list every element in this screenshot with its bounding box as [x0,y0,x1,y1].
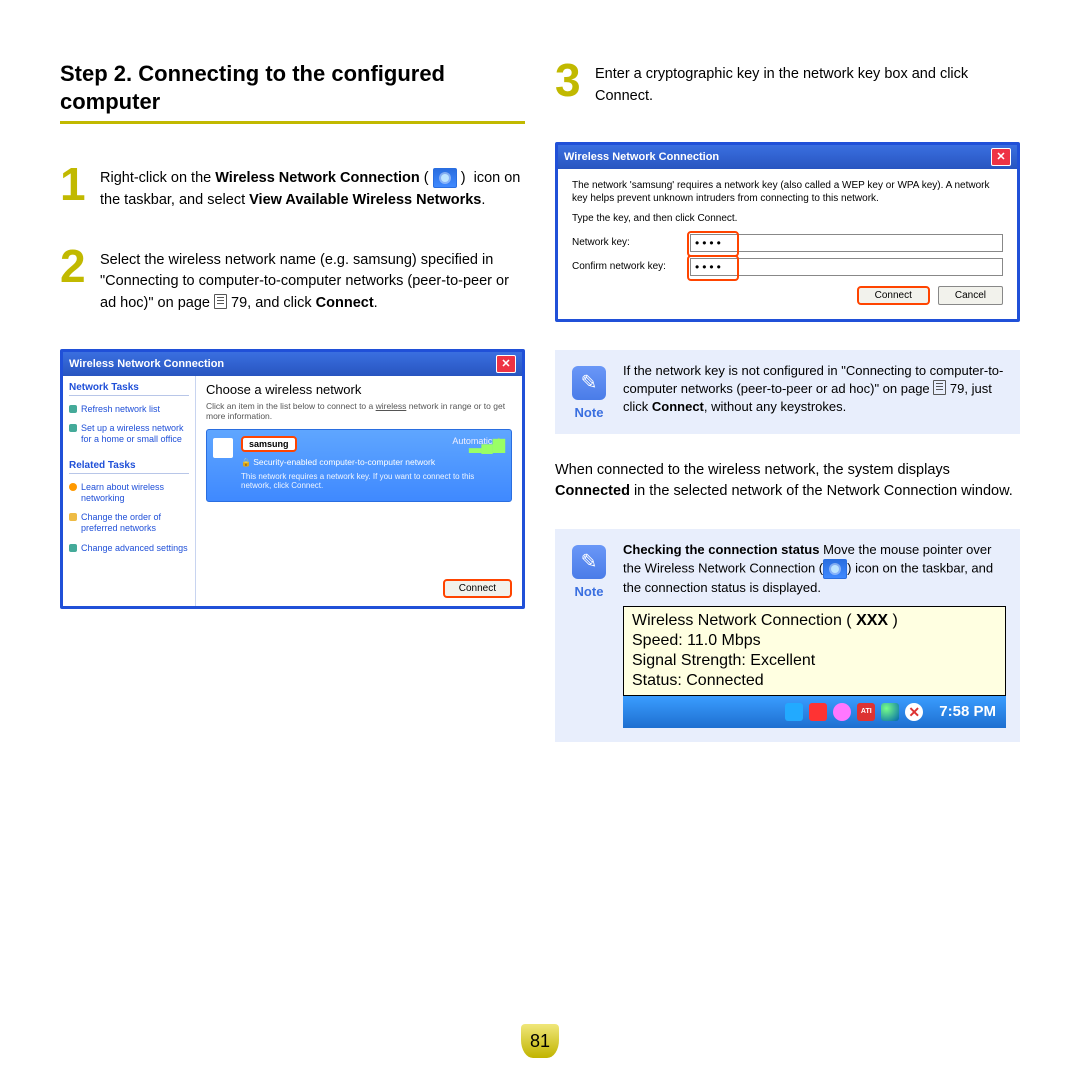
section-title: Step 2. Connecting to the configured com… [60,60,525,124]
sidebar-heading: Network Tasks [69,382,189,396]
network-desc: This network requires a network key. If … [241,472,503,491]
page-ref-icon [214,294,227,309]
sidebar-heading: Related Tasks [69,460,189,474]
window-titlebar: Wireless Network Connection ✕ [558,145,1017,169]
tooltip: Wireless Network Connection ( XXX ) Spee… [623,606,1006,696]
result-paragraph: When connected to the wireless network, … [555,460,1020,504]
wireless-icon [823,559,847,579]
step-body: Enter a cryptographic key in the network… [595,60,1020,108]
note-box: ✎ Note Checking the connection status Mo… [555,529,1020,741]
dialog-hint: Type the key, and then click Connect. [572,213,1003,224]
window-title: Wireless Network Connection [69,358,224,370]
sidebar-link-advanced[interactable]: Change advanced settings [69,539,189,558]
close-icon[interactable]: ✕ [991,148,1011,166]
bold-text: Connect [316,295,374,311]
note-text: Checking the connection status Move the … [623,541,1006,727]
tray-ati-icon[interactable] [857,703,875,721]
dialog-description: The network 'samsung' requires a network… [572,179,1003,205]
close-icon[interactable]: ✕ [496,355,516,373]
step-number: 3 [555,60,583,108]
page-ref-icon [933,380,946,395]
right-column: 3 Enter a cryptographic key in the netwo… [555,60,1020,768]
window-titlebar: Wireless Network Connection ✕ [63,352,522,376]
confirm-key-label: Confirm network key: [572,261,680,272]
note-icon: ✎ [572,545,606,579]
connection-status-preview: Wireless Network Connection ( XXX ) Spee… [623,606,1006,728]
left-column: Step 2. Connecting to the configured com… [60,60,525,768]
wireless-icon [433,168,457,188]
text: . [481,192,485,208]
page-ref: 79 [231,295,247,311]
page-number: 81 [521,1024,559,1058]
taskbar: ✕ 7:58 PM [623,696,1006,728]
tray-icon[interactable] [785,703,803,721]
sidebar-link-learn[interactable]: Learn about wireless networking [69,478,189,509]
note-label: Note [569,583,609,601]
window-title: Wireless Network Connection [564,151,719,163]
tray-icon[interactable] [833,703,851,721]
signal-icon: ▂▄▆ [469,434,505,454]
network-item-samsung[interactable]: samsung Automatic ▂▄▆ Security-enabled c… [206,429,512,502]
connect-button[interactable]: Connect [857,286,930,305]
step-body: Right-click on the Wireless Network Conn… [100,164,525,212]
note-icon: ✎ [572,366,606,400]
step-3: 3 Enter a cryptographic key in the netwo… [555,60,1020,108]
step-body: Select the wireless network name (e.g. s… [100,246,525,315]
step-2: 2 Select the wireless network name (e.g.… [60,246,525,315]
taskbar-clock: 7:58 PM [939,701,996,722]
network-security: Security-enabled computer-to-computer ne… [241,457,503,467]
network-name-highlight: samsung [241,436,297,452]
bold-text: View Available Wireless Networks [249,192,481,208]
text: , and click [247,295,316,311]
sidebar-link-refresh[interactable]: Refresh network list [69,400,189,419]
screenshot-choose-network: Wireless Network Connection ✕ Network Ta… [60,349,525,609]
note-label: Note [569,404,609,422]
network-pane-heading: Choose a wireless network [206,382,512,397]
sidebar-link-setup[interactable]: Set up a wireless network for a home or … [69,419,189,450]
tray-icon[interactable] [881,703,899,721]
step-1: 1 Right-click on the Wireless Network Co… [60,164,525,212]
network-key-input[interactable] [690,234,1003,252]
step-number: 1 [60,164,88,212]
network-key-label: Network key: [572,237,680,248]
tray-close-icon[interactable]: ✕ [905,703,923,721]
note-box: ✎ Note If the network key is not configu… [555,350,1020,434]
connect-button[interactable]: Connect [443,579,512,598]
note-text: If the network key is not configured in … [623,362,1006,422]
text: Right-click on the [100,170,215,186]
network-pane-sub: Click an item in the list below to conne… [206,401,512,421]
cancel-button[interactable]: Cancel [938,286,1003,305]
confirm-key-row: Confirm network key: [572,258,1003,276]
text: . [374,295,378,311]
step-number: 2 [60,246,88,315]
sidebar-link-order[interactable]: Change the order of preferred networks [69,508,189,539]
confirm-key-input[interactable] [690,258,1003,276]
bold-text: Wireless Network Connection [215,170,420,186]
sidebar: Network Tasks Refresh network list Set u… [63,376,196,606]
network-key-row: Network key: [572,234,1003,252]
tray-icon[interactable] [809,703,827,721]
network-list-pane: Choose a wireless network Click an item … [196,376,522,606]
screenshot-network-key: Wireless Network Connection ✕ The networ… [555,142,1020,322]
